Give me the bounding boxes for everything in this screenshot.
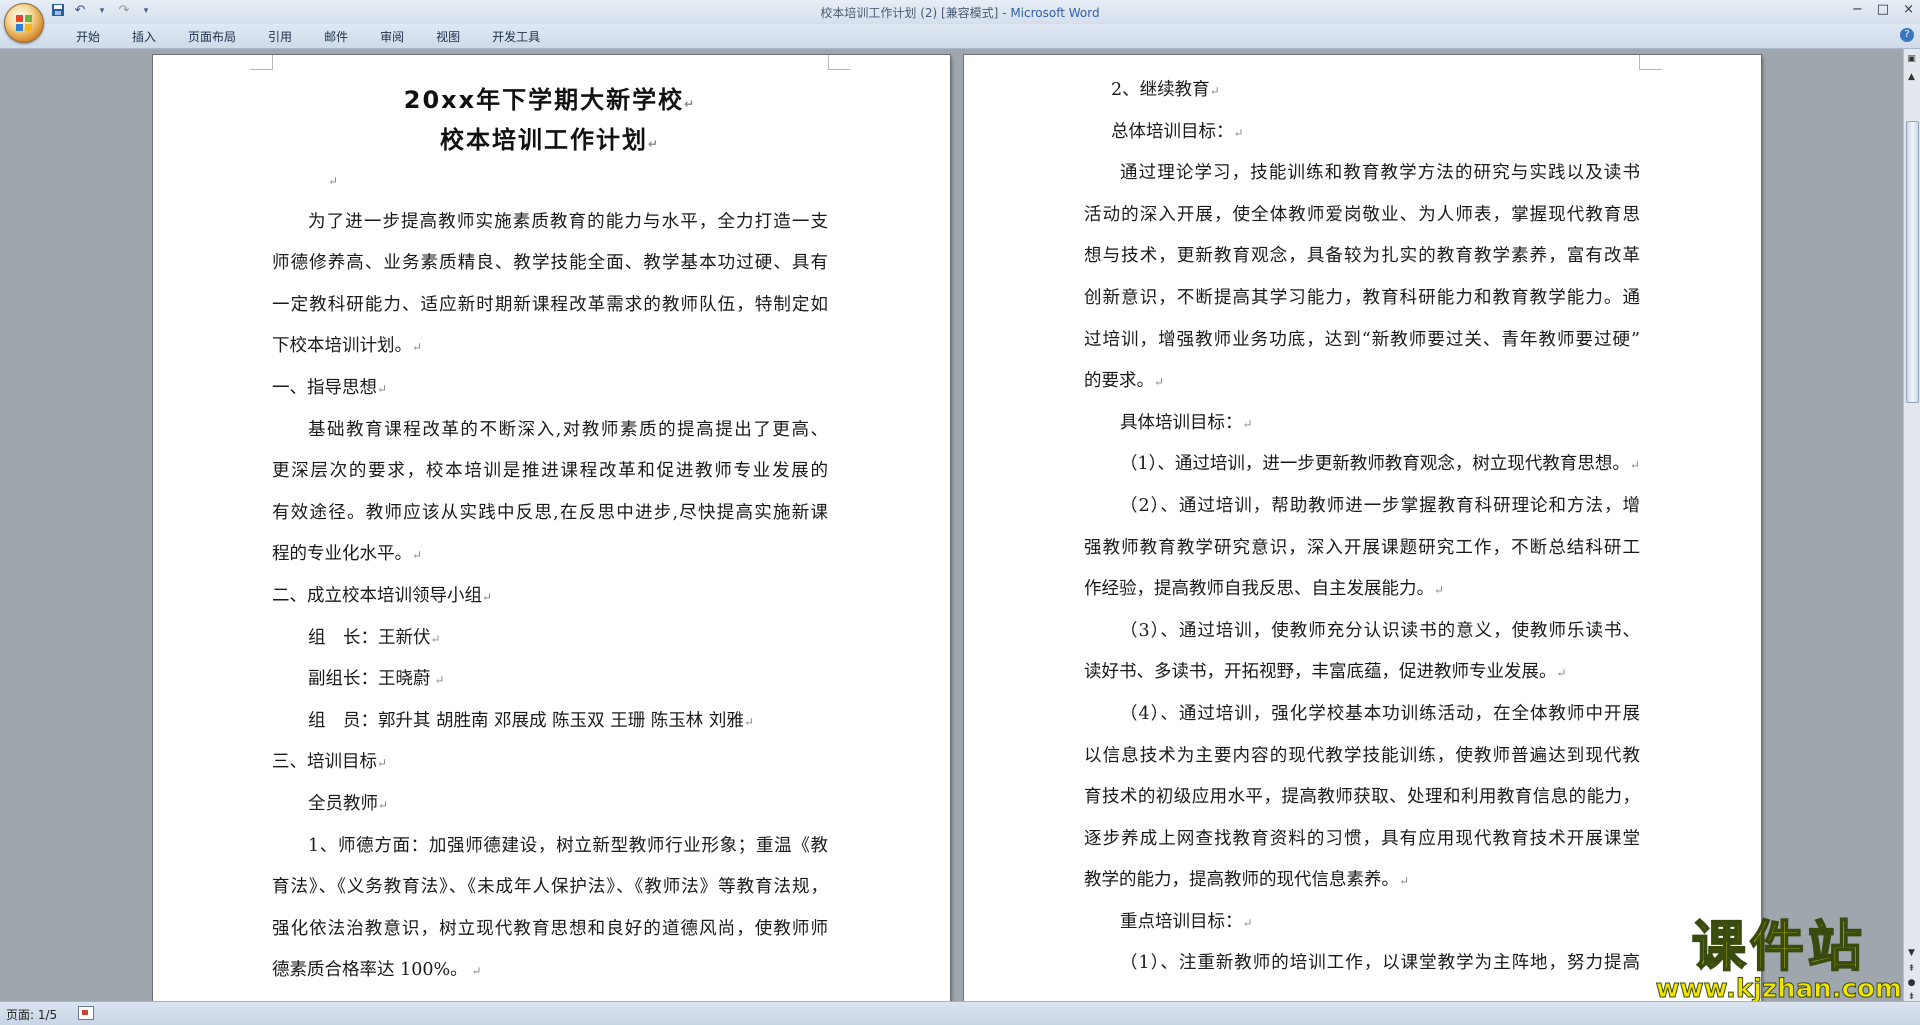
office-logo-icon — [16, 15, 32, 31]
section-heading: 二、成立校本培训领导小组↵ — [272, 585, 493, 606]
tab-mailings[interactable]: 邮件 — [308, 29, 364, 45]
text-line: 1、师德方面：加强师德建设，树立新型教师行业形象；重温《教 — [308, 835, 828, 856]
section-heading: 具体培训目标：↵ — [1120, 412, 1253, 433]
tab-developer[interactable]: 开发工具 — [476, 29, 556, 45]
section-heading: 重点培训目标：↵ — [1120, 911, 1253, 932]
section-heading: 一、指导思想↵ — [272, 377, 388, 398]
text-line: 逐步养成上网查找教育资料的习惯，具有应用现代教育技术开展课堂 — [1084, 828, 1640, 849]
text-line: 的要求。↵ — [1084, 371, 1165, 392]
text-line: （2）、通过培训，帮助教师进一步掌握教育科研理论和方法，增 — [1120, 495, 1640, 516]
ruler-toggle-icon[interactable]: ▣ — [1906, 53, 1917, 65]
text-line: （1）、通过培训，进一步更新教师教育观念，树立现代教育思想。↵ — [1120, 454, 1640, 475]
text-line: 想与技术，更新教育观念，具备较为扎实的教育教学素养，富有改革 — [1084, 246, 1640, 267]
text-line: 活动的深入开展，使全体教师爱岗敬业、为人师表，掌握现代教育思 — [1084, 204, 1640, 225]
text-line: （4）、通过培训，强化学校基本功训练活动，在全体教师中开展 — [1120, 703, 1640, 724]
margin-corner-mark — [1639, 55, 1662, 70]
text-line: （1）、注重新教师的培训工作，以课堂教学为主阵地，努力提高 — [1120, 953, 1640, 974]
text-line: 通过理论学习，技能训练和教育教学方法的研究与实践以及读书 — [1120, 163, 1640, 184]
margin-corner-mark — [250, 55, 273, 70]
text-line: 组 员：郭升其 胡胜南 邓展成 陈玉双 王珊 陈玉林 刘雅↵ — [308, 710, 754, 731]
text-line: 更深层次的要求，校本培训是推进课程改革和促进教师专业发展的 — [272, 461, 828, 482]
window-title: 校本培训工作计划 (2) [兼容模式] - Microsoft Word — [820, 6, 1100, 20]
text-line: 育技术的初级应用水平，提高教师获取、处理和利用教育信息的能力， — [1084, 787, 1640, 808]
text-line: 师德修养高、业务素质精良、教学技能全面、教学基本功过硬、具有 — [272, 253, 828, 274]
text-line: 组 长：王新伏↵ — [308, 627, 441, 648]
document-subtitle: 校本培训工作计划↵ — [439, 126, 661, 154]
scroll-up-icon[interactable]: ▲ — [1906, 71, 1917, 83]
site-watermark-logo: 课件站 www.kjzhan.com — [1655, 915, 1902, 1004]
tab-page-layout[interactable]: 页面布局 — [172, 29, 252, 45]
previous-page-icon[interactable]: ⇞ — [1906, 963, 1917, 975]
text-line: （3）、通过培训，使教师充分认识读书的意义，使教师乐读书、 — [1120, 620, 1640, 641]
text-line: 程的专业化水平。↵ — [272, 544, 423, 565]
ribbon-tab-bar: 开始 插入 页面布局 引用 邮件 审阅 视图 开发工具 ? — [0, 24, 1920, 49]
minimize-button[interactable]: − — [1852, 2, 1863, 17]
proofing-status-icon[interactable] — [78, 1006, 94, 1020]
tab-view[interactable]: 视图 — [420, 29, 476, 45]
text-line: 一定教科研能力、适应新时期新课程改革需求的教师队伍，特制定如 — [272, 294, 828, 315]
title-bar: ↶ ▾ ↷ ▾ 校本培训工作计划 (2) [兼容模式] - Microsoft … — [0, 0, 1920, 43]
text-line: 过培训，增强教师业务功底，达到“新教师要过关、青年教师要过硬” — [1084, 329, 1640, 350]
tab-home[interactable]: 开始 — [60, 29, 116, 45]
page-text[interactable]: 20xx年下学期大新学校↵ 校本培训工作计划↵ ↵ 为了进一步提高教师实施素质教… — [272, 80, 828, 992]
maximize-button[interactable]: □ — [1877, 2, 1889, 17]
browse-object-icon[interactable]: ● — [1906, 977, 1917, 989]
text-line: 有效途径。教师应该从实践中反思,在反思中进步,尽快提高实施新课 — [272, 502, 828, 523]
text-line: 育法》、《义务教育法》、《未成年人保护法》、《教师法》等教育法规， — [272, 877, 828, 898]
office-button[interactable] — [4, 3, 44, 43]
text-line: 为了进一步提高教师实施素质教育的能力与水平，全力打造一支 — [308, 211, 828, 232]
section-heading: 总体培训目标：↵ — [1111, 121, 1244, 142]
text-line: 德素质合格率达 100%。 ↵ — [272, 960, 482, 981]
document-page-1[interactable]: 20xx年下学期大新学校↵ 校本培训工作计划↵ ↵ 为了进一步提高教师实施素质教… — [153, 55, 950, 1002]
text-line: 下校本培训计划。↵ — [272, 336, 423, 357]
text-line: 强教师教育教学研究意识，深入开展课题研究工作，不断总结科研工 — [1084, 537, 1640, 558]
status-bar: 页面: 1/5 — [0, 1001, 1920, 1025]
help-icon[interactable]: ? — [1900, 28, 1914, 42]
text-line: 基础教育课程改革的不断深入,对教师素质的提高提出了更高、 — [308, 419, 828, 440]
text-line: 副组长：王晓蔚 ↵ — [308, 669, 445, 690]
close-button[interactable]: × — [1903, 2, 1914, 17]
text-line: 强化依法治教意识，树立现代教育思想和良好的道德风尚，使教师师 — [272, 918, 828, 939]
text-line: 读好书、多读书，开拓视野，丰富底蕴，促进教师专业发展。↵ — [1084, 662, 1567, 683]
tab-references[interactable]: 引用 — [252, 29, 308, 45]
text-line: 教学的能力，提高教师的现代信息素养。↵ — [1084, 870, 1410, 891]
document-page-2[interactable]: 2、继续教育↵ 总体培训目标：↵ 通过理论学习，技能训练和教育教学方法的研究与实… — [964, 55, 1761, 1002]
scroll-thumb[interactable] — [1906, 121, 1919, 403]
tab-review[interactable]: 审阅 — [364, 29, 420, 45]
text-line: 以信息技术为主要内容的现代教学技能训练，使教师普遍达到现代教 — [1084, 745, 1640, 766]
document-workspace[interactable]: 20xx年下学期大新学校↵ 校本培训工作计划↵ ↵ 为了进一步提高教师实施素质教… — [0, 49, 1904, 1002]
margin-corner-mark — [828, 55, 851, 70]
scroll-down-icon[interactable]: ▼ — [1906, 947, 1917, 959]
document-title: 20xx年下学期大新学校↵ — [403, 86, 697, 114]
section-heading: 2、继续教育↵ — [1111, 80, 1220, 100]
text-line: 全员教师↵ — [308, 793, 389, 814]
vertical-scrollbar[interactable]: ▣ ▲ ▼ ⇞ ● ⇟ — [1903, 49, 1920, 1002]
text-line: 作经验，提高教师自我反思、自主发展能力。↵ — [1084, 579, 1445, 600]
tab-insert[interactable]: 插入 — [116, 29, 172, 45]
page-text[interactable]: 2、继续教育↵ 总体培训目标：↵ 通过理论学习，技能训练和教育教学方法的研究与实… — [1084, 70, 1640, 985]
page-count-status[interactable]: 页面: 1/5 — [6, 1006, 57, 1023]
section-heading: 三、培训目标↵ — [272, 752, 388, 773]
text-line: 创新意识，不断提高其学习能力，教育科研能力和教育教学能力。通 — [1084, 287, 1640, 308]
